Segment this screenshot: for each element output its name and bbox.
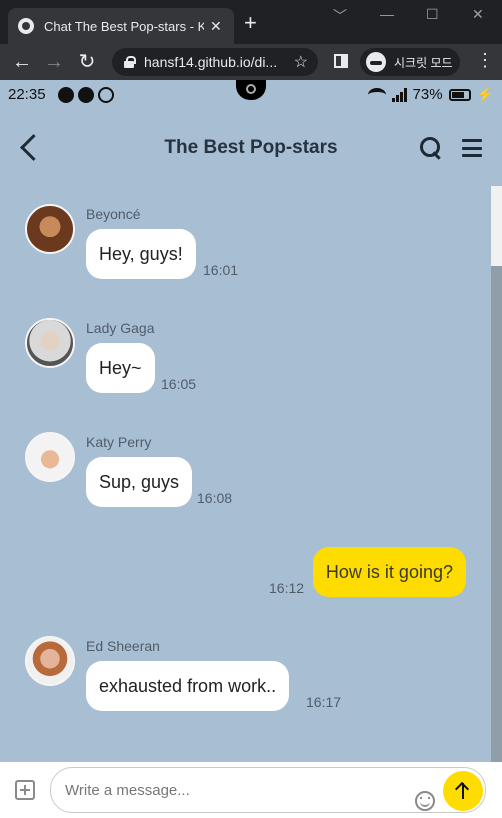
chat-icon	[78, 87, 94, 103]
minimize-button[interactable]: —	[380, 6, 394, 22]
avatar[interactable]	[25, 204, 75, 254]
browser-tab-bar: Chat The Best Pop-stars - Ko ✕ + ﹀ — ☐ ✕	[0, 0, 502, 44]
incognito-label: 시크릿 모드	[394, 55, 453, 70]
status-time: 22:35	[8, 86, 46, 103]
message-time: 16:01	[203, 262, 239, 278]
battery-icon	[448, 88, 471, 101]
sender-name: Lady Gaga	[86, 320, 155, 336]
discord-icon	[58, 87, 74, 103]
reload-icon[interactable]: ↻	[75, 50, 99, 74]
search-icon[interactable]	[420, 137, 442, 159]
url-text: hansf14.github.io/di...	[144, 54, 278, 70]
browser-menu-icon[interactable]: ⋮	[476, 50, 494, 71]
chat-header: The Best Pop-stars	[0, 110, 502, 186]
emoji-icon[interactable]	[415, 791, 435, 811]
wifi-icon	[367, 87, 386, 102]
bookmark-star-icon[interactable]: ☆	[294, 52, 308, 72]
avatar[interactable]	[25, 432, 75, 482]
message-time: 16:05	[161, 376, 197, 392]
message-time: 16:12	[269, 580, 305, 596]
message-bubble[interactable]: Sup, guys	[86, 457, 193, 507]
attach-plus-icon[interactable]	[15, 780, 35, 800]
charging-icon: ⚡	[476, 86, 494, 102]
message-time: 16:17	[306, 694, 342, 710]
message-time: 16:08	[197, 490, 233, 506]
hamburger-menu-icon[interactable]	[462, 139, 482, 157]
message-bubble[interactable]: Hey~	[86, 343, 155, 393]
incognito-icon	[366, 52, 386, 72]
maximize-button[interactable]: ☐	[426, 6, 439, 23]
signal-icon	[391, 87, 407, 102]
incognito-indicator[interactable]: 시크릿 모드	[360, 48, 460, 76]
side-panel-icon[interactable]	[334, 54, 348, 68]
scrollbar-thumb[interactable]	[491, 186, 502, 266]
globe-icon	[18, 18, 34, 34]
tab-title: Chat The Best Pop-stars - Ko	[44, 18, 204, 34]
camera-notch	[236, 80, 266, 100]
back-arrow-icon[interactable]: ←	[10, 50, 34, 74]
sender-name: Katy Perry	[86, 434, 152, 450]
battery-percent: 73%	[412, 86, 443, 103]
browser-tab[interactable]: Chat The Best Pop-stars - Ko ✕	[8, 8, 234, 44]
message-list[interactable]: Beyoncé Hey, guys! 16:01 Lady Gaga Hey~ …	[0, 186, 502, 762]
address-bar[interactable]: hansf14.github.io/di... ☆	[112, 48, 318, 76]
forward-arrow-icon[interactable]: →	[42, 50, 66, 74]
close-window-button[interactable]: ✕	[472, 6, 484, 23]
avatar[interactable]	[25, 636, 75, 686]
status-bar: 22:35 73% ⚡	[0, 80, 502, 110]
message-bubble[interactable]: Hey, guys!	[86, 229, 196, 279]
scrollbar-track[interactable]	[491, 186, 502, 762]
browser-toolbar: ← → ↻ hansf14.github.io/di... ☆ 시크릿 모드 ⋮	[0, 44, 502, 80]
new-tab-button[interactable]: +	[244, 12, 257, 34]
close-tab-icon[interactable]: ✕	[210, 18, 222, 35]
tab-search-icon[interactable]: ﹀	[333, 6, 347, 26]
my-message-bubble[interactable]: How is it going?	[312, 547, 466, 597]
sender-name: Ed Sheeran	[86, 638, 160, 654]
sender-name: Beyoncé	[86, 206, 141, 222]
message-composer	[0, 762, 502, 818]
lock-icon	[124, 56, 136, 68]
avatar[interactable]	[25, 318, 75, 368]
viber-icon	[98, 87, 114, 103]
send-button[interactable]	[443, 771, 483, 811]
message-bubble[interactable]: exhausted from work..	[86, 661, 290, 711]
